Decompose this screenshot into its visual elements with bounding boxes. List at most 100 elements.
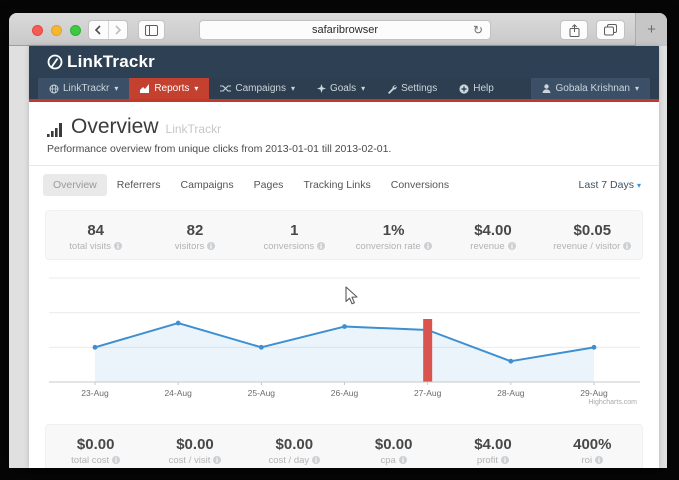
stat-value: 84 [87,222,104,239]
address-bar[interactable]: safaribrowser ↻ [199,20,491,40]
show-tabs-button[interactable] [596,20,625,40]
stat-value: $0.00 [77,436,115,453]
caret-down-icon: ▾ [291,85,295,93]
info-icon[interactable] [399,456,407,464]
stat-value: $4.00 [474,436,512,453]
forward-button[interactable] [108,21,128,39]
linktrackr-page: LinkTrackr LinkTrackr ▾ [29,46,659,468]
tab-conversions[interactable]: Conversions [381,174,459,196]
date-range-dropdown[interactable]: Last 7 Days ▾ [579,179,641,191]
caret-down-icon: ▾ [637,181,641,190]
caret-down-icon: ▾ [194,85,198,93]
tab-referrers[interactable]: Referrers [107,174,171,196]
stat-visitors: 82 visitors [145,211,244,259]
zoom-window-button[interactable] [70,25,81,36]
tab-campaigns[interactable]: Campaigns [171,174,244,196]
share-button[interactable] [560,20,588,40]
sidebar-toggle-button[interactable] [138,20,165,40]
minimize-window-button[interactable] [51,25,62,36]
page-title: Overview [71,115,159,139]
stat-label: total visits [69,241,111,252]
nav-item-campaigns[interactable]: Campaigns ▾ [209,78,306,99]
info-icon[interactable] [508,242,516,250]
linktrackr-logo[interactable]: LinkTrackr [46,52,155,72]
svg-text:29-Aug: 29-Aug [580,388,608,398]
browser-viewport: LinkTrackr LinkTrackr ▾ [9,46,667,468]
info-icon[interactable] [207,242,215,250]
stat-label: total cost [71,455,109,466]
stat-cpa: $0.00 cpa [344,425,443,468]
stat-value: $0.00 [176,436,214,453]
globe-icon [49,84,59,94]
svg-text:26-Aug: 26-Aug [331,388,359,398]
caret-down-icon: ▾ [635,85,639,93]
site-header: LinkTrackr [29,46,659,78]
nav-item-goals[interactable]: Goals ▾ [306,78,376,99]
svg-text:25-Aug: 25-Aug [248,388,276,398]
back-button[interactable] [89,21,108,39]
page-heading: Overview LinkTrackr Performance overview… [29,102,659,166]
caret-down-icon: ▾ [114,85,118,93]
reload-icon[interactable]: ↻ [473,24,483,36]
stat-value: 1% [383,222,405,239]
main-nav: LinkTrackr ▾ Reports ▾ Campaigns ▾ [29,78,659,102]
info-icon[interactable] [501,456,509,464]
url-text: safaribrowser [200,24,490,36]
stat-label: conversions [263,241,314,252]
stat-cost-per-visit: $0.00 cost / visit [145,425,244,468]
tab-tracking-links[interactable]: Tracking Links [293,174,380,196]
user-icon [542,84,551,93]
wrench-icon [387,84,397,94]
info-icon[interactable] [317,242,325,250]
close-window-button[interactable] [32,25,43,36]
nav-item-help[interactable]: Help [448,78,505,99]
stat-total-cost: $0.00 total cost [46,425,145,468]
goal-star-icon [317,84,326,93]
user-menu[interactable]: Gobala Krishnan ▾ [531,78,650,99]
shuffle-icon [220,84,231,93]
stat-conversion-rate: 1% conversion rate [344,211,443,259]
nav-item-linktrackr[interactable]: LinkTrackr ▾ [38,78,129,99]
mouse-cursor [345,286,358,305]
tab-overview[interactable]: Overview [43,174,107,196]
stat-label: visitors [175,241,205,252]
page-title-suffix: LinkTrackr [166,122,222,136]
info-icon[interactable] [112,456,120,464]
new-tab-button[interactable]: + [635,13,667,46]
stat-profit: $4.00 profit [443,425,542,468]
page-subtitle: Performance overview from unique clicks … [47,143,641,155]
tab-pages[interactable]: Pages [244,174,294,196]
nav-item-reports[interactable]: Reports ▾ [129,78,209,99]
stat-value: 82 [187,222,204,239]
traffic-lights [32,25,81,36]
info-icon[interactable] [213,456,221,464]
nav-label: Reports [154,83,189,94]
nav-label: LinkTrackr [63,83,109,94]
stats-band-top: 84 total visits 82 visitors 1 conversion… [45,210,643,260]
stat-cost-per-day: $0.00 cost / day [245,425,344,468]
stat-label: cost / visit [169,455,211,466]
nav-item-settings[interactable]: Settings [376,78,448,99]
stat-revenue: $4.00 revenue [443,211,542,259]
stat-value: $0.00 [375,436,413,453]
nav-label: Help [473,83,494,94]
info-icon[interactable] [114,242,122,250]
svg-text:23-Aug: 23-Aug [81,388,109,398]
info-icon[interactable] [424,242,432,250]
history-nav-group [88,20,128,40]
svg-text:24-Aug: 24-Aug [164,388,192,398]
screenshot-root: { "browser": { "url_text": "safaribrowse… [0,0,679,480]
stat-conversions: 1 conversions [245,211,344,259]
linktrackr-logo-icon [46,53,64,71]
user-name: Gobala Krishnan [555,83,630,94]
stat-value: $4.00 [474,222,512,239]
info-icon[interactable] [312,456,320,464]
browser-window: safaribrowser ↻ + [9,13,667,468]
stat-value: $0.05 [574,222,612,239]
tabs-overview-icon [604,24,617,36]
info-icon[interactable] [595,456,603,464]
report-tabs: Overview Referrers Campaigns Pages Track… [29,166,659,204]
nav-label: Campaigns [235,83,286,94]
highcharts-credit[interactable]: Highcharts.com [588,399,637,406]
info-icon[interactable] [623,242,631,250]
